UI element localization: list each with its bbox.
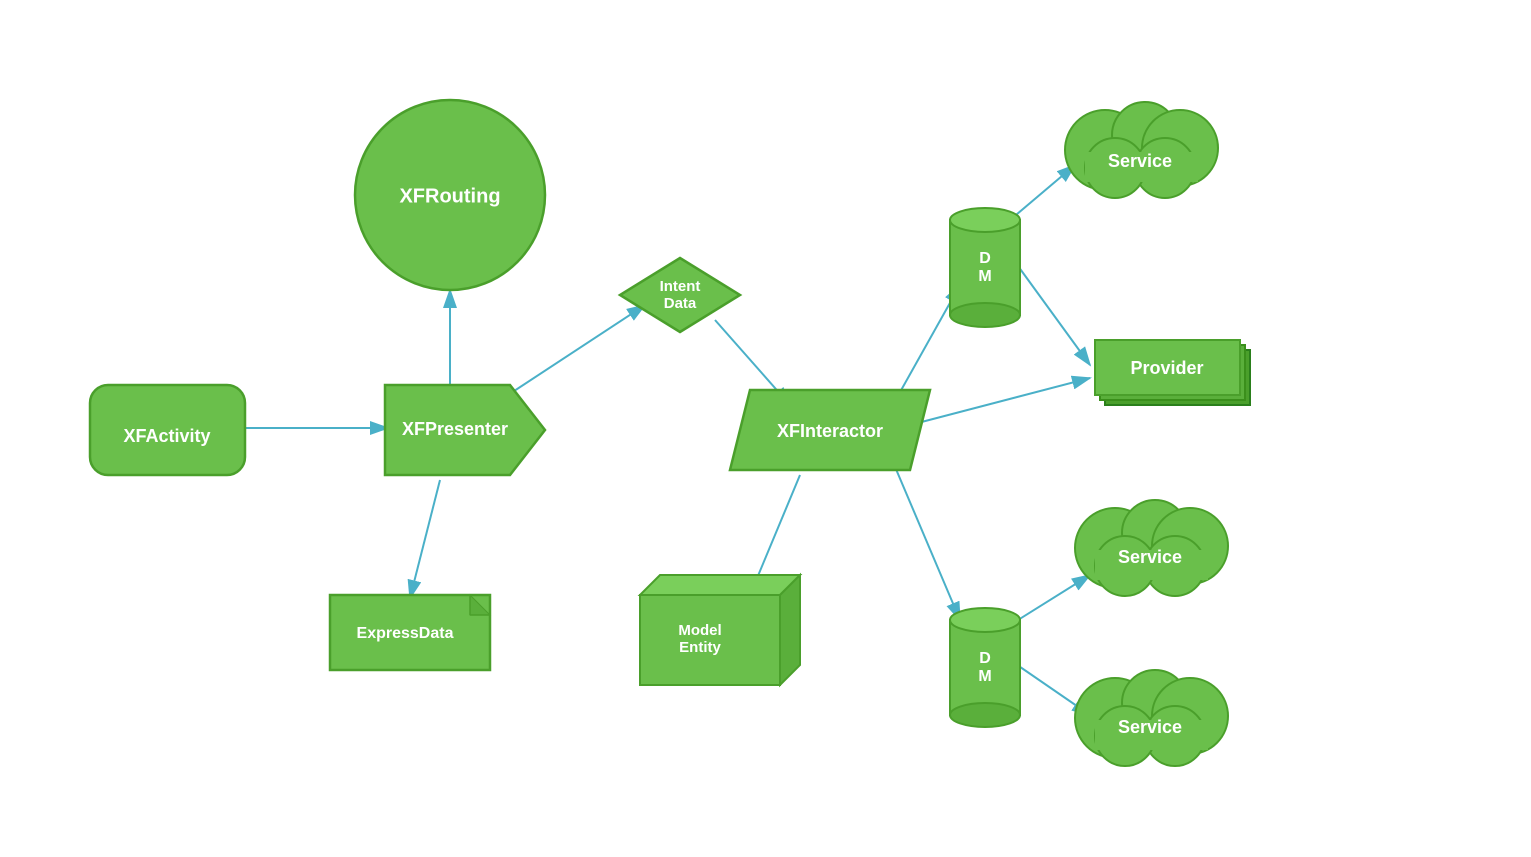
model-entity-label1: Model: [678, 622, 721, 639]
service3-label: Service: [1118, 717, 1182, 737]
service2-node: Service: [1075, 500, 1228, 596]
intent-data-label1: Intent: [660, 278, 701, 295]
xfpresenter-node: XFPresenter: [385, 385, 545, 475]
xfinteractor-node: XFInteractor: [730, 390, 930, 470]
intent-data-label2: Data: [664, 295, 697, 312]
service1-label: Service: [1108, 151, 1172, 171]
service3-node: Service: [1075, 670, 1228, 766]
service2-label: Service: [1118, 547, 1182, 567]
dm1-label2: M: [978, 268, 991, 285]
model-entity-node: Model Entity: [640, 575, 800, 685]
model-entity-label2: Entity: [679, 639, 721, 656]
dm2-label1: D: [979, 650, 991, 667]
expressdata-label: ExpressData: [357, 625, 454, 642]
dm1-label1: D: [979, 250, 991, 267]
diagram-canvas: XFActivity XFRouting XFPresenter Intent …: [0, 0, 1531, 857]
xfactivity-node: XFActivity: [90, 385, 245, 475]
expressdata-node: ExpressData: [330, 595, 490, 670]
xfrouting-label: XFRouting: [399, 185, 500, 207]
xfactivity-label: XFActivity: [123, 426, 210, 446]
dm2-node: D M: [950, 608, 1020, 727]
service1-node: Service: [1065, 102, 1218, 198]
xfinteractor-label: XFInteractor: [777, 421, 883, 441]
provider-node: Provider: [1095, 340, 1250, 405]
xfrouting-node: XFRouting: [355, 100, 545, 290]
provider-label: Provider: [1130, 358, 1203, 378]
dm1-node: D M: [950, 208, 1020, 327]
dm2-label2: M: [978, 668, 991, 685]
xfpresenter-label: XFPresenter: [402, 419, 508, 439]
